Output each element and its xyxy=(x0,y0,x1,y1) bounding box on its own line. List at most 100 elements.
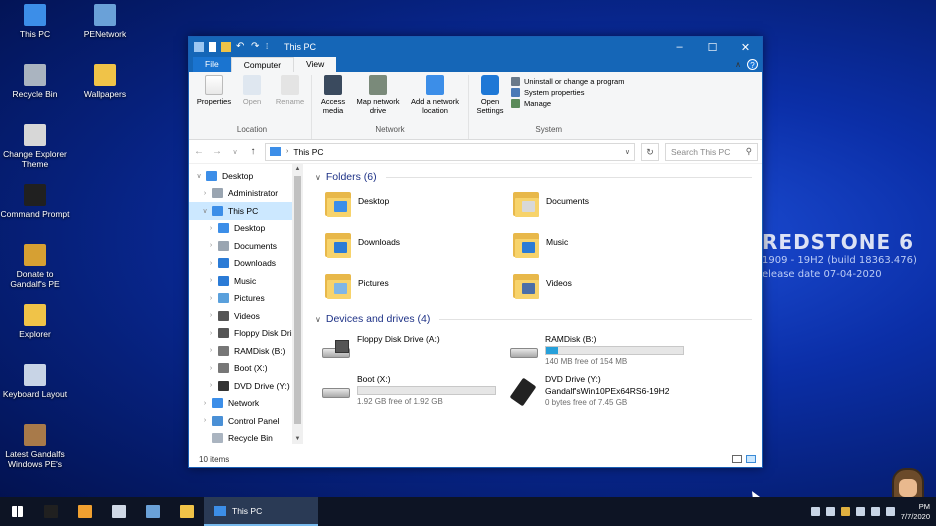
collapsed-chevron-icon[interactable]: › xyxy=(207,225,215,232)
nav-item[interactable]: › Documents xyxy=(189,237,303,255)
help-icon[interactable]: ? xyxy=(747,59,758,70)
desktop-icon-item[interactable]: Recycle Bin xyxy=(0,64,70,99)
clock[interactable]: PM 7/7/2020 xyxy=(901,502,930,522)
folder-item[interactable]: Desktop xyxy=(325,190,513,222)
desktop-icon-item[interactable]: This PC xyxy=(0,4,70,39)
collapse-chevron-icon[interactable]: ∨ xyxy=(315,315,321,324)
desktop-icon-item[interactable]: Donate to Gandalf's PE xyxy=(0,244,70,289)
properties-button[interactable]: Properties xyxy=(197,75,231,125)
tray-network-icon[interactable] xyxy=(810,507,820,516)
collapsed-chevron-icon[interactable]: › xyxy=(201,190,209,197)
new-folder-icon[interactable] xyxy=(221,42,231,52)
collapsed-chevron-icon[interactable]: › xyxy=(207,260,215,267)
collapsed-chevron-icon[interactable]: › xyxy=(201,417,209,424)
refresh-button[interactable]: ↻ xyxy=(641,142,659,161)
folder-item[interactable]: Pictures xyxy=(325,272,513,304)
collapse-ribbon-icon[interactable]: ∧ xyxy=(735,60,741,69)
map-network-drive-button[interactable]: Map network drive xyxy=(354,75,402,125)
maximize-button[interactable]: ☐ xyxy=(696,37,729,57)
desktop-icon-item[interactable]: Command Prompt xyxy=(0,184,70,219)
search-input[interactable]: Search This PC ⚲ xyxy=(665,142,758,161)
nav-item[interactable]: › Boot (X:) xyxy=(189,360,303,378)
desktop-icon-item[interactable]: Latest Gandalfs Windows PE's xyxy=(0,424,70,469)
folder-item[interactable]: Music xyxy=(513,231,701,263)
open-settings-button[interactable]: Open Settings xyxy=(473,75,507,125)
nav-item[interactable]: › DVD Drive (Y:) xyxy=(189,377,303,395)
cmd-taskbar-icon[interactable] xyxy=(34,497,68,526)
uninstall-program-button[interactable]: Uninstall or change a program xyxy=(511,77,624,86)
nav-item[interactable]: ∨ This PC xyxy=(189,202,303,220)
tab-view[interactable]: View xyxy=(294,57,337,72)
folder-item[interactable]: Documents xyxy=(513,190,701,222)
customize-qat-icon[interactable]: ⁞ xyxy=(266,42,276,52)
collapse-chevron-icon[interactable]: ∨ xyxy=(315,173,321,182)
nav-item[interactable]: › Music xyxy=(189,272,303,290)
rename-button[interactable]: Rename xyxy=(273,75,307,125)
collapsed-chevron-icon[interactable]: › xyxy=(207,382,215,389)
scroll-thumb[interactable] xyxy=(294,176,301,424)
collapsed-chevron-icon[interactable]: › xyxy=(207,277,215,284)
folder-item[interactable]: Videos xyxy=(513,272,701,304)
explorer-taskbar-icon[interactable] xyxy=(170,497,204,526)
back-button[interactable]: ← xyxy=(193,146,205,157)
drives-section-header[interactable]: ∨ Devices and drives (4) xyxy=(315,310,752,328)
nav-item[interactable]: › Downloads xyxy=(189,255,303,273)
desktop-icon-item[interactable]: Wallpapers xyxy=(70,64,140,99)
nav-item[interactable]: › Network xyxy=(189,395,303,413)
minimize-button[interactable]: – xyxy=(663,37,696,57)
open-button[interactable]: Open xyxy=(235,75,269,125)
collapsed-chevron-icon[interactable]: › xyxy=(207,295,215,302)
nav-item[interactable]: › Administrator xyxy=(189,185,303,203)
address-dropdown-icon[interactable]: ∨ xyxy=(625,148,630,156)
undo-icon[interactable]: ↶ xyxy=(236,42,246,52)
recent-locations-icon[interactable]: ∨ xyxy=(229,148,241,156)
collapsed-chevron-icon[interactable]: › xyxy=(207,365,215,372)
system-properties-button[interactable]: System properties xyxy=(511,88,624,97)
drive-item[interactable]: Floppy Disk Drive (A:) xyxy=(321,334,509,368)
desktop-icon-item[interactable]: PENetwork xyxy=(70,4,140,39)
nav-scrollbar[interactable]: ▲ ▼ xyxy=(292,164,303,444)
media-taskbar-icon[interactable] xyxy=(68,497,102,526)
taskbar-app-this-pc[interactable]: This PC xyxy=(204,497,318,526)
drive-item[interactable]: RAMDisk (B:) 140 MB free of 154 MB xyxy=(509,334,697,368)
redo-icon[interactable]: ↷ xyxy=(251,42,261,52)
collapsed-chevron-icon[interactable]: › xyxy=(201,400,209,407)
folder-item[interactable]: Downloads xyxy=(325,231,513,263)
scroll-up-icon[interactable]: ▲ xyxy=(292,166,303,172)
expanded-chevron-icon[interactable]: ∨ xyxy=(201,207,209,215)
collapsed-chevron-icon[interactable]: › xyxy=(207,312,215,319)
nav-item[interactable]: ∨ Desktop xyxy=(189,167,303,185)
large-icons-view-icon[interactable] xyxy=(746,455,756,463)
desktop-icon-item[interactable]: Explorer xyxy=(0,304,70,339)
close-button[interactable]: ✕ xyxy=(729,37,762,57)
drive-item[interactable]: Boot (X:) 1.92 GB free of 1.92 GB xyxy=(321,374,509,408)
collapsed-chevron-icon[interactable]: › xyxy=(207,347,215,354)
details-view-icon[interactable] xyxy=(732,455,742,463)
collapsed-chevron-icon[interactable]: › xyxy=(207,330,215,337)
tray-app-icon[interactable] xyxy=(825,507,835,516)
drive-item[interactable]: DVD Drive (Y:) Gandalf'sWin10PEx64RS6-19H… xyxy=(509,374,697,408)
forward-button[interactable]: → xyxy=(211,146,223,157)
nav-item[interactable]: › Videos xyxy=(189,307,303,325)
address-bar[interactable]: › This PC ∨ xyxy=(265,142,635,161)
nav-item[interactable]: › RAMDisk (B:) xyxy=(189,342,303,360)
desktop-icon-item[interactable]: Change Explorer Theme xyxy=(0,124,70,169)
properties-icon[interactable] xyxy=(209,42,216,52)
add-network-location-button[interactable]: Add a network location xyxy=(406,75,464,125)
nav-item[interactable]: › Desktop xyxy=(189,220,303,238)
nav-item[interactable]: › Pictures xyxy=(189,290,303,308)
tray-monitor-icon[interactable] xyxy=(870,507,880,516)
folders-section-header[interactable]: ∨ Folders (6) xyxy=(315,168,752,186)
manage-button[interactable]: Manage xyxy=(511,99,624,108)
up-button[interactable]: ↑ xyxy=(247,146,259,157)
tray-color-icon[interactable] xyxy=(840,507,850,516)
nav-item[interactable]: › Floppy Disk Dri xyxy=(189,325,303,343)
tray-display-icon[interactable] xyxy=(855,507,865,516)
desktop-icon-item[interactable]: Keyboard Layout xyxy=(0,364,70,399)
scroll-down-icon[interactable]: ▼ xyxy=(292,436,303,442)
nav-item[interactable]: › Control Panel xyxy=(189,412,303,430)
notepad-taskbar-icon[interactable] xyxy=(102,497,136,526)
tab-file[interactable]: File xyxy=(193,57,231,72)
nav-item[interactable]: Recycle Bin xyxy=(189,430,303,445)
tab-computer[interactable]: Computer xyxy=(230,57,295,72)
